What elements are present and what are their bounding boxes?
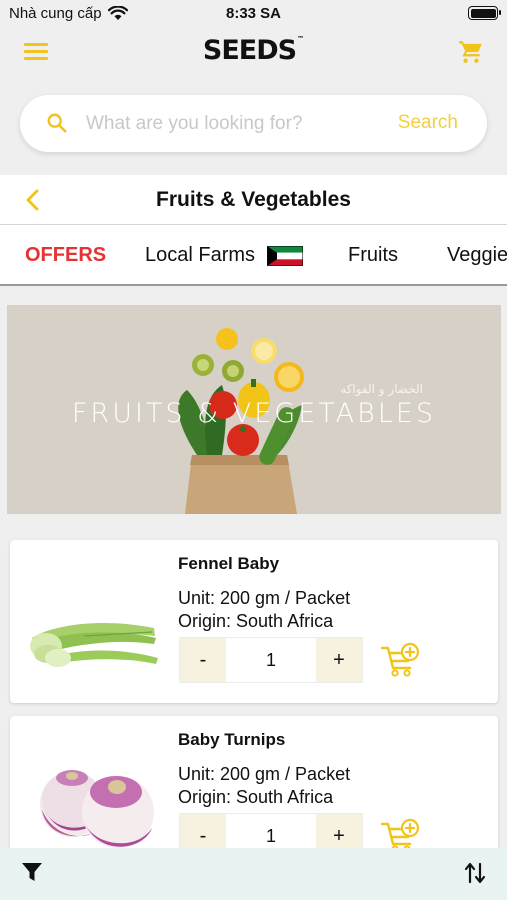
add-to-cart-icon[interactable] [380,642,420,678]
page-title: Fruits & Vegetables [156,188,351,211]
search-icon [47,113,67,133]
banner-arabic-text: الخضار و الفواكه [340,382,423,396]
brand-logo: SEEDS™ [202,35,305,66]
category-banner: الخضار و الفواكه FRUITS & VEGETABLES [7,305,501,514]
tab-fruits[interactable]: Fruits [348,244,398,267]
battery-icon [468,6,501,20]
product-origin: Origin: South Africa [178,611,334,631]
category-tabs: OFFERS Local Farms Fruits Veggies [0,225,507,286]
product-card[interactable]: Fennel Baby Unit: 200 gm / Packet Origin… [10,540,498,703]
tab-offers[interactable]: OFFERS [25,244,106,267]
product-unit: Unit: 200 gm / Packet [178,764,351,784]
quantity-value[interactable]: 1 [226,638,316,682]
search-input[interactable] [86,109,386,139]
app-header: SEEDS™ [0,28,507,78]
banner-title: FRUITS & VEGETABLES [71,398,437,429]
quantity-stepper: - 1 + [179,637,363,683]
tab-local-farms[interactable]: Local Farms [145,244,304,267]
status-bar: Nhà cung cấp 8:33 SA [0,0,507,28]
status-time: 8:33 SA [225,5,282,22]
sort-icon[interactable] [464,861,486,885]
baby-turnips-image [40,770,154,848]
decrement-button[interactable]: - [180,638,226,682]
tab-local-farms-label: Local Farms [145,244,256,266]
search-bar: Search [20,95,487,152]
product-name: Fennel Baby [178,554,280,573]
product-unit: Unit: 200 gm / Packet [178,588,351,608]
cart-icon[interactable] [458,39,484,65]
search-button[interactable]: Search [398,112,458,134]
bottom-toolbar [0,848,507,900]
screen: Nhà cung cấp 8:33 SA SEEDS™ Search [0,0,507,900]
title-bar: Fruits & Vegetables [0,175,507,225]
filter-icon[interactable] [21,861,43,883]
tab-veggies[interactable]: Veggies [447,244,507,267]
fennel-baby-image [30,623,158,667]
product-origin: Origin: South Africa [178,787,334,807]
kuwait-flag-icon [267,245,304,266]
increment-button[interactable]: + [316,638,362,682]
product-name: Baby Turnips [178,730,286,749]
